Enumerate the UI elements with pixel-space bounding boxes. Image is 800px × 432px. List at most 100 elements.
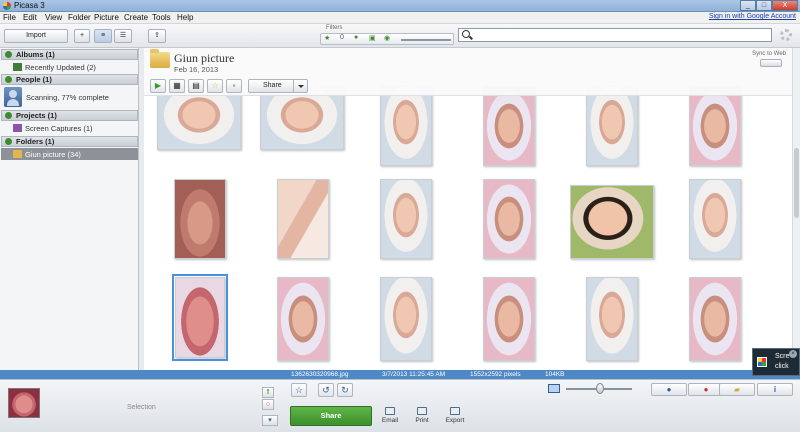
menu-view[interactable]: View <box>45 13 62 22</box>
export-button[interactable]: Export <box>441 407 469 429</box>
notification-text: click <box>775 363 789 370</box>
search-box[interactable] <box>458 28 772 42</box>
photo-thumbnail[interactable] <box>689 179 741 259</box>
save-button[interactable]: ▪ <box>226 79 242 93</box>
print-label: Print <box>415 417 429 424</box>
album-icon <box>13 63 22 71</box>
settings-gear-icon[interactable] <box>780 29 792 41</box>
play-slideshow-button[interactable]: ▶ <box>150 79 166 93</box>
people-header-label: People (1) <box>16 75 52 84</box>
print-button[interactable]: Print <box>408 407 436 429</box>
projects-header[interactable]: Projects (1) <box>1 110 138 121</box>
sidebar-item-label: Giun picture (34) <box>25 150 81 159</box>
menu-folder[interactable]: Folder <box>68 13 91 22</box>
albums-header[interactable]: Albums (1) <box>1 49 138 60</box>
close-icon[interactable]: × <box>789 350 797 358</box>
menu-create[interactable]: Create <box>124 13 148 22</box>
people-header[interactable]: People (1) <box>1 74 138 85</box>
scrollbar-thumb[interactable] <box>794 148 799 218</box>
import-label: Import <box>26 32 46 39</box>
share-button[interactable]: Share <box>290 406 372 426</box>
import-button[interactable]: Import <box>4 29 68 43</box>
main-toolbar: Import + ≡ ☰ ⇪ Filters ★ 0 ● ▣ ◉ <box>0 24 800 48</box>
upload-icon[interactable]: ⇪ <box>148 29 166 43</box>
folders-header[interactable]: Folders (1) <box>1 136 138 147</box>
grid-scrollbar[interactable] <box>792 48 800 370</box>
photo-thumbnail[interactable] <box>380 86 432 166</box>
people-scan-status: Scanning, 77% complete <box>2 86 138 108</box>
filter-strip: ★ 0 ● ▣ ◉ <box>320 33 454 45</box>
chevron-down-icon[interactable] <box>293 80 307 92</box>
window-controls: _ □ X <box>740 0 798 11</box>
menu-picture[interactable]: Picture <box>94 13 119 22</box>
rotate-left-button[interactable]: ↺ <box>318 383 334 397</box>
projects-header-label: Projects (1) <box>16 111 57 120</box>
photo-thumbnail[interactable] <box>570 185 654 259</box>
folder-share-button[interactable]: Share <box>248 79 308 93</box>
photo-thumbnail[interactable] <box>586 86 638 166</box>
folders-header-label: Folders (1) <box>16 137 55 146</box>
sidebar-item-screen-captures[interactable]: Screen Captures (1) <box>13 124 93 133</box>
photo-thumbnail[interactable] <box>380 277 432 361</box>
email-label: Email <box>381 417 399 424</box>
photo-thumbnail[interactable] <box>689 277 741 361</box>
photo-thumbnail[interactable] <box>483 179 535 259</box>
zoom-slider-handle[interactable] <box>596 383 604 394</box>
star-button[interactable]: ☆ <box>207 79 223 93</box>
star-photo-button[interactable]: ☆ <box>291 383 307 397</box>
photo-dimensions: 1552x2592 pixels <box>470 371 521 378</box>
photo-thumbnail[interactable] <box>380 179 432 259</box>
hold-pin-icon[interactable]: ⇑ <box>262 387 274 398</box>
photo-thumbnail[interactable] <box>483 86 535 166</box>
maximize-button[interactable]: □ <box>756 0 772 11</box>
tray-selected-thumbnail[interactable] <box>8 388 40 418</box>
sign-in-link[interactable]: Sign in with Google Account <box>709 13 796 20</box>
photo-thumbnail[interactable] <box>174 179 226 259</box>
photo-thumbnail[interactable] <box>277 277 329 361</box>
minimize-button[interactable]: _ <box>740 0 756 11</box>
scan-status-text: Scanning, 77% complete <box>26 93 109 102</box>
video-filter-icon[interactable]: ▣ <box>369 34 376 42</box>
add-to-album-button[interactable]: + <box>74 29 90 43</box>
window-title: Picasa 3 <box>14 1 45 10</box>
photo-thumbnail[interactable] <box>483 277 535 361</box>
sidebar-item-giun-picture-row[interactable]: Giun picture (34) <box>13 150 81 159</box>
menu-file[interactable]: File <box>3 13 16 22</box>
sync-to-web-toggle[interactable] <box>760 59 782 67</box>
photo-grid: Giun picture Feb 16, 2013 Sync to Web ▶ … <box>144 48 792 370</box>
people-button[interactable]: ● <box>651 383 687 396</box>
photo-thumbnail-selected[interactable] <box>172 274 228 361</box>
notification-toast[interactable]: Scre click × <box>752 348 800 376</box>
geotag-filter-icon[interactable]: ◉ <box>384 34 390 42</box>
sidebar-item-recently-updated[interactable]: Recently Updated (2) <box>13 63 96 72</box>
rotate-right-button[interactable]: ↻ <box>337 383 353 397</box>
export-icon <box>450 407 460 415</box>
expand-icon <box>5 51 12 58</box>
people-filter-icon[interactable]: ● <box>354 34 358 41</box>
folder-icon <box>150 49 170 68</box>
photo-thumbnail[interactable] <box>277 179 329 259</box>
close-button[interactable]: X <box>772 0 798 11</box>
tags-button[interactable]: ▰ <box>719 383 755 396</box>
star-filter-icon[interactable]: ★ <box>324 34 330 42</box>
clear-tray-icon[interactable]: ○ <box>262 399 274 410</box>
collage-button[interactable]: ▦ <box>169 79 185 93</box>
title-bar: Picasa 3 _ □ X <box>0 0 800 12</box>
photo-filename: 1362630320968.jpg <box>291 371 349 378</box>
photo-thumbnail[interactable] <box>586 277 638 361</box>
thumbnail-size-icon <box>548 384 560 393</box>
add-to-album-icon[interactable]: ▾ <box>262 415 278 426</box>
list-view-button[interactable]: ≡ <box>94 29 112 43</box>
menu-help[interactable]: Help <box>177 13 193 22</box>
email-button[interactable]: Email <box>376 407 404 429</box>
properties-button[interactable]: i <box>757 383 793 396</box>
export-label: Export <box>445 417 465 424</box>
menu-edit[interactable]: Edit <box>23 13 37 22</box>
filter-slider[interactable] <box>401 39 451 41</box>
tree-view-button[interactable]: ☰ <box>114 29 132 43</box>
photo-thumbnail[interactable] <box>689 86 741 166</box>
movie-button[interactable]: ▤ <box>188 79 204 93</box>
menu-tools[interactable]: Tools <box>152 13 171 22</box>
person-avatar-icon <box>4 87 22 107</box>
folder-icon <box>13 150 22 158</box>
